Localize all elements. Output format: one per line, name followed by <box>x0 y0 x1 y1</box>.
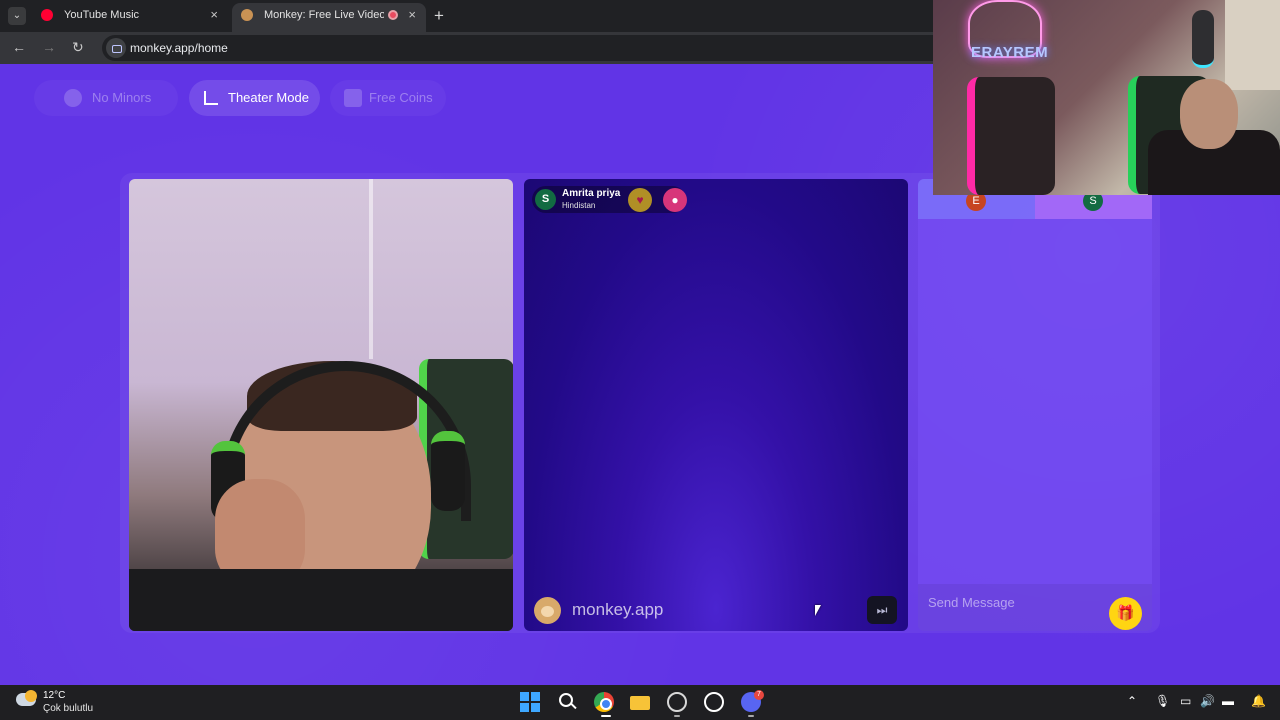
coin-icon <box>344 89 362 107</box>
monkey-logo-icon <box>534 597 561 624</box>
theater-mode-button[interactable]: Theater Mode <box>189 80 320 116</box>
display-icon[interactable]: ▭ <box>1180 694 1191 708</box>
battery-icon[interactable]: ▬ <box>1222 694 1234 708</box>
person-shirt <box>129 569 513 631</box>
brand-text: monkey.app <box>572 600 664 619</box>
message-placeholder: Send Message <box>928 595 1015 610</box>
free-coins-label: Free Coins <box>369 90 433 105</box>
message-input[interactable]: Send Message 🎁 <box>918 584 1152 631</box>
sun-icon <box>25 690 37 702</box>
gift-icon: 🎁 <box>1116 605 1135 622</box>
report-button[interactable]: ● <box>663 188 687 212</box>
pin-icon: ● <box>671 193 679 207</box>
free-coins-button[interactable]: Free Coins <box>330 80 446 116</box>
tab-label: YouTube Music <box>64 9 140 21</box>
notification-badge: 7 <box>754 690 764 700</box>
local-video <box>129 179 513 631</box>
tab-label: Monkey: Free Live Video Ch <box>264 9 384 21</box>
site-info-icon[interactable] <box>106 38 126 58</box>
shield-icon <box>64 89 82 107</box>
skip-icon: ⏭ <box>876 603 888 617</box>
url-text: monkey.app/home <box>130 41 228 55</box>
windows-start-icon[interactable] <box>520 692 540 712</box>
forward-icon[interactable]: → <box>42 39 56 55</box>
app-icon[interactable] <box>667 692 687 712</box>
tab-monkey[interactable]: Monkey: Free Live Video Ch × <box>232 3 426 32</box>
tab-youtube-music[interactable]: YouTube Music × <box>32 3 228 32</box>
file-explorer-icon[interactable] <box>630 692 650 712</box>
neon-sign-text: ERAYREM <box>971 44 1049 61</box>
peer-avatar: S <box>535 189 556 210</box>
back-icon[interactable]: ← <box>12 39 26 55</box>
recording-icon <box>388 10 398 20</box>
no-minors-label: No Minors <box>92 90 152 105</box>
youtube-music-icon <box>41 9 53 21</box>
wall-edge <box>369 179 373 359</box>
peer-country: Hindistan <box>562 201 596 210</box>
close-tab-icon[interactable]: × <box>408 3 416 27</box>
streamer-head <box>1180 79 1238 149</box>
running-indicator <box>674 715 680 717</box>
weather-temperature[interactable]: 12°C <box>43 690 65 701</box>
bookshelf <box>1225 0 1280 90</box>
tab-search-dropdown[interactable]: ⌄ <box>8 7 26 25</box>
streamer-webcam-overlay: ERAYREM <box>933 0 1280 195</box>
running-indicator <box>601 715 611 717</box>
chatgpt-icon[interactable] <box>704 692 724 712</box>
volume-icon[interactable]: 🔊 <box>1200 694 1215 708</box>
headset-ear-right <box>431 431 465 511</box>
microphone-icon[interactable]: 🎙 <box>1155 694 1170 708</box>
heart-button[interactable]: ♥ <box>628 188 652 212</box>
search-icon[interactable] <box>557 692 577 712</box>
reload-icon[interactable]: ↻ <box>72 39 84 56</box>
expand-icon <box>204 91 218 105</box>
theater-mode-label: Theater Mode <box>228 90 309 105</box>
heart-icon: ♥ <box>636 193 644 207</box>
gift-button[interactable]: 🎁 <box>1109 597 1142 630</box>
peer-name: Amrita priya <box>562 188 621 199</box>
new-tab-button[interactable]: + <box>434 6 444 26</box>
windows-taskbar: 12°C Çok bulutlu 7 ⌃ 🎙 ▭ 🔊 ▬ 🔔 <box>0 685 1280 720</box>
microphone <box>1192 10 1214 68</box>
running-indicator <box>748 715 754 717</box>
weather-condition[interactable]: Çok bulutlu <box>43 703 93 714</box>
no-minors-button[interactable]: No Minors <box>34 80 178 116</box>
remote-video: S Amrita priya Hindistan ♥ ● monkey.app … <box>524 179 908 631</box>
skip-button[interactable]: ⏭ <box>867 596 897 624</box>
brand-watermark: monkey.app <box>534 597 694 624</box>
chevron-up-icon[interactable]: ⌃ <box>1127 694 1137 708</box>
mouse-cursor <box>815 605 821 616</box>
chrome-icon[interactable] <box>594 692 614 712</box>
pink-gaming-chair <box>967 77 1055 195</box>
bell-icon[interactable]: 🔔 <box>1251 694 1266 708</box>
chat-panel: E S Send Message 🎁 <box>918 179 1152 631</box>
close-tab-icon[interactable]: × <box>210 3 218 27</box>
monkey-favicon-icon <box>241 9 253 21</box>
